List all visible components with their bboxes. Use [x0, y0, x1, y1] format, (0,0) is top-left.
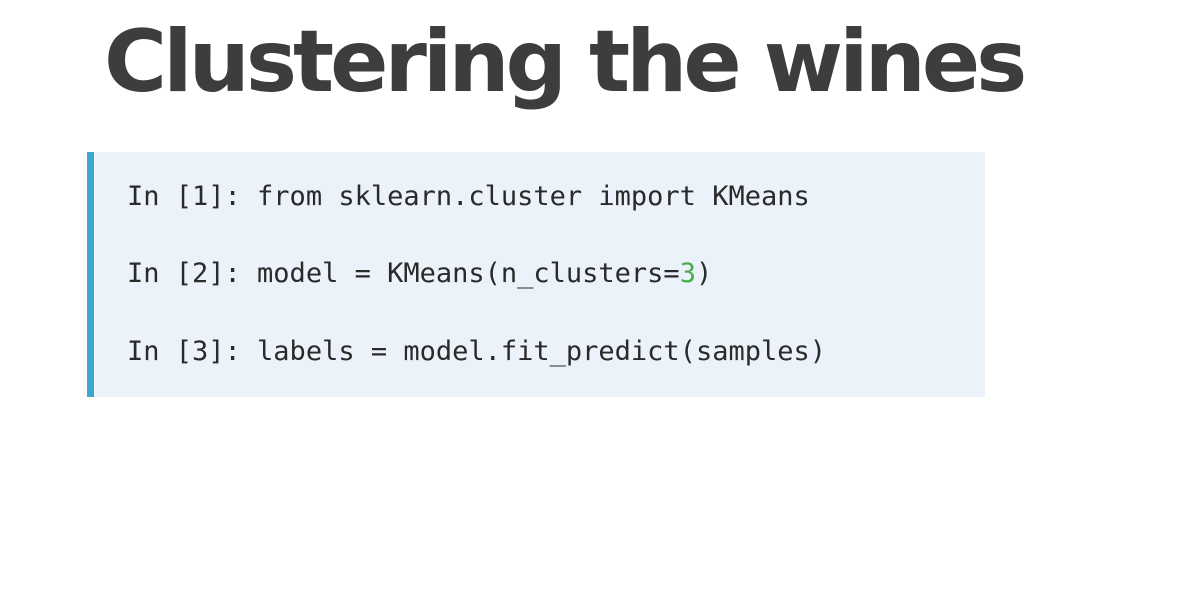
input-prompt-3: In [3]:: [127, 336, 258, 367]
code-block: In [1]: from sklearn.cluster import KMea…: [87, 152, 985, 397]
input-prompt-1: In [1]:: [127, 181, 258, 212]
code-text-2-before: model = KMeans(n_clusters=: [257, 258, 680, 289]
code-line-2: In [2]: model = KMeans(n_clusters=3): [127, 257, 712, 291]
code-text-2-after: ): [695, 258, 713, 289]
code-text-1: from sklearn.cluster import KMeans: [257, 181, 810, 212]
input-prompt-2: In [2]:: [127, 258, 258, 289]
number-literal: 3: [679, 258, 696, 289]
slide-title: Clustering the wines: [104, 12, 1027, 112]
code-line-3: In [3]: labels = model.fit_predict(sampl…: [127, 335, 826, 369]
code-text-3: labels = model.fit_predict(samples): [257, 336, 826, 367]
code-line-1: In [1]: from sklearn.cluster import KMea…: [127, 180, 810, 214]
